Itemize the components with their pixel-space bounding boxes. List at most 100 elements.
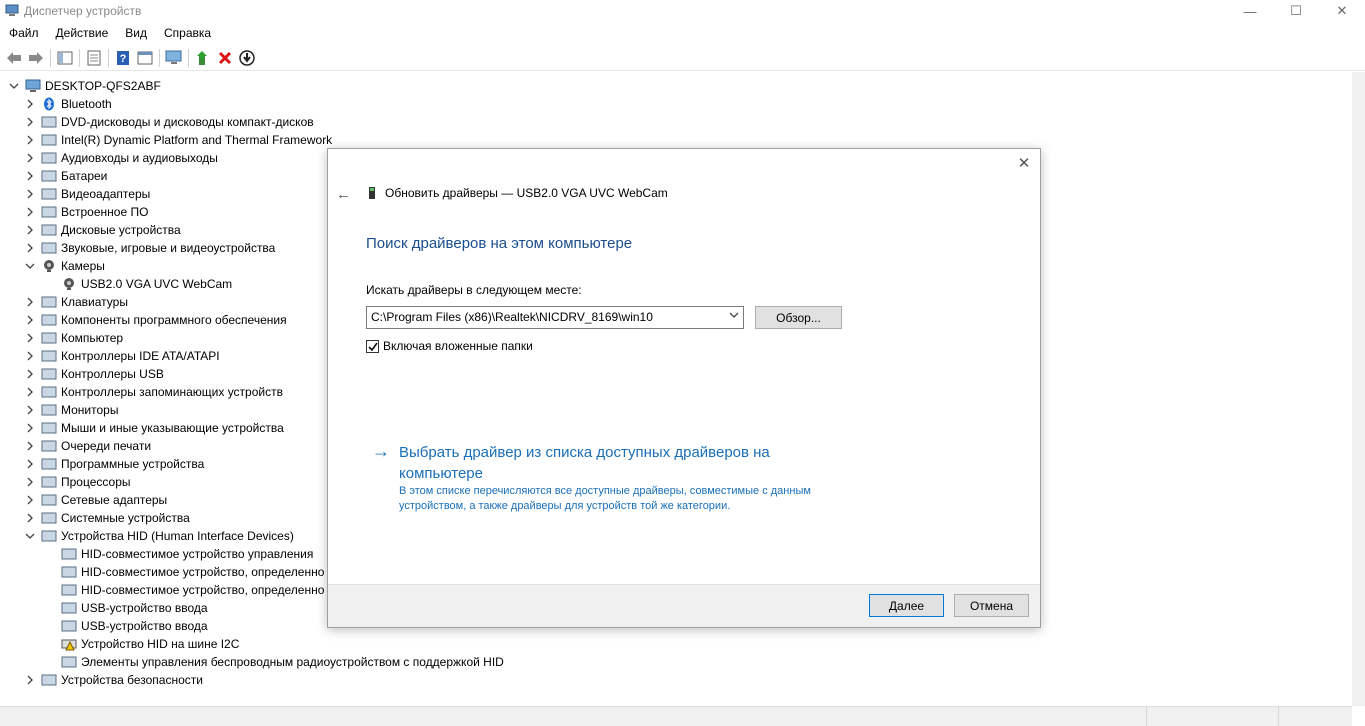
expand-chevron-icon[interactable] — [24, 332, 36, 344]
update-driver-button[interactable] — [192, 47, 214, 69]
expand-chevron-icon[interactable] — [24, 206, 36, 218]
expand-chevron-icon[interactable] — [24, 314, 36, 326]
expand-chevron-icon[interactable] — [24, 98, 36, 110]
tree-category[interactable]: Встроенное ПО — [24, 203, 148, 221]
cancel-button[interactable]: Отмена — [954, 594, 1029, 617]
expand-chevron-icon[interactable] — [24, 296, 36, 308]
tree-device[interactable]: HID-совместимое устройство, определенно — [44, 581, 324, 599]
tree-category[interactable]: Звуковые, игровые и видеоустройства — [24, 239, 275, 257]
tree-device[interactable]: USB-устройство ввода — [44, 599, 208, 617]
expand-chevron-icon[interactable] — [24, 440, 36, 452]
tree-device[interactable]: USB-устройство ввода — [44, 617, 208, 635]
tree-category[interactable]: Контроллеры запоминающих устройств — [24, 383, 283, 401]
expand-chevron-icon[interactable] — [24, 350, 36, 362]
maximize-button[interactable]: ☐ — [1273, 0, 1319, 22]
next-button[interactable]: Далее — [869, 594, 944, 617]
menu-view[interactable]: Вид — [116, 26, 155, 40]
tree-category[interactable]: DVD-дисководы и дисководы компакт-дисков — [24, 113, 314, 131]
tree-category[interactable]: Компьютер — [24, 329, 123, 347]
tree-category[interactable]: Сетевые адаптеры — [24, 491, 167, 509]
expand-chevron-icon[interactable] — [24, 188, 36, 200]
tree-category[interactable]: Intel(R) Dynamic Platform and Thermal Fr… — [24, 131, 332, 149]
download-circle-icon — [239, 49, 255, 66]
vertical-scrollbar[interactable] — [1352, 72, 1365, 706]
uninstall-device-button[interactable] — [214, 47, 236, 69]
dialog-close-icon[interactable]: ✕ — [1016, 155, 1032, 172]
menu-file[interactable]: Файл — [0, 26, 47, 40]
tree-category[interactable]: Мониторы — [24, 401, 118, 419]
include-subfolders-checkbox[interactable] — [366, 340, 379, 353]
help-button[interactable]: ? — [112, 47, 134, 69]
collapse-chevron-icon[interactable] — [24, 260, 36, 272]
tree-category[interactable]: Bluetooth — [24, 95, 112, 113]
toolbar-separator — [108, 48, 109, 67]
expand-chevron-icon[interactable] — [24, 674, 36, 686]
tree-device[interactable]: HID-совместимое устройство управления — [44, 545, 313, 563]
tree-item-label: Батареи — [61, 169, 108, 183]
hid-warning-icon — [61, 637, 77, 651]
tree-category[interactable]: Мыши и иные указывающие устройства — [24, 419, 284, 437]
minimize-button[interactable]: — — [1227, 0, 1273, 22]
disable-device-button[interactable] — [236, 47, 258, 69]
tree-category[interactable]: Камеры — [24, 257, 105, 275]
scan-hardware-button[interactable] — [163, 47, 185, 69]
system-device-icon — [41, 511, 57, 525]
browse-button[interactable]: Обзор... — [755, 306, 842, 329]
tree-item-label: USB-устройство ввода — [81, 601, 208, 615]
expand-chevron-icon[interactable] — [24, 224, 36, 236]
back-arrow-icon[interactable]: ← — [336, 186, 351, 203]
expand-chevron-icon[interactable] — [24, 404, 36, 416]
tree-device[interactable]: Элементы управления беспроводным радиоус… — [44, 653, 504, 671]
tree-category[interactable]: Очереди печати — [24, 437, 151, 455]
expand-chevron-icon[interactable] — [24, 386, 36, 398]
tree-category[interactable]: Клавиатуры — [24, 293, 128, 311]
tree-category[interactable]: Устройства HID (Human Interface Devices) — [24, 527, 294, 545]
tree-category[interactable]: Устройства безопасности — [24, 671, 203, 689]
menu-action[interactable]: Действие — [47, 26, 117, 40]
expand-chevron-icon[interactable] — [24, 458, 36, 470]
back-button[interactable] — [3, 47, 25, 69]
expand-chevron-icon[interactable] — [24, 170, 36, 182]
expand-chevron-icon[interactable] — [24, 368, 36, 380]
collapse-chevron-icon[interactable] — [24, 530, 36, 542]
tree-category[interactable]: Батареи — [24, 167, 107, 185]
close-button[interactable]: ✕ — [1319, 0, 1365, 22]
tree-category[interactable]: Процессоры — [24, 473, 131, 491]
expand-chevron-icon[interactable] — [24, 152, 36, 164]
pick-driver-link[interactable]: Выбрать драйвер из списка доступных драй… — [399, 442, 819, 484]
tree-device[interactable]: USB2.0 VGA UVC WebCam — [44, 275, 232, 293]
tree-root[interactable]: DESKTOP-QFS2ABF — [8, 77, 161, 95]
menu-help[interactable]: Справка — [155, 26, 219, 40]
expand-chevron-icon[interactable] — [24, 494, 36, 506]
tree-category[interactable]: Компоненты программного обеспечения — [24, 311, 287, 329]
tree-category[interactable]: Программные устройства — [24, 455, 204, 473]
tree-device[interactable]: Устройство HID на шине I2C — [44, 635, 239, 653]
expand-chevron-icon[interactable] — [24, 116, 36, 128]
tree-device[interactable]: HID-совместимое устройство, определенно — [44, 563, 324, 581]
properties-icon — [87, 50, 101, 65]
expand-chevron-icon[interactable] — [24, 134, 36, 146]
expand-chevron-icon[interactable] — [24, 512, 36, 524]
driver-path-combobox[interactable]: C:\Program Files (x86)\Realtek\NICDRV_81… — [366, 306, 744, 329]
forward-button[interactable] — [25, 47, 47, 69]
tree-item-label: DVD-дисководы и дисководы компакт-дисков — [61, 115, 314, 129]
toolbar-separator — [188, 48, 189, 67]
tree-category[interactable]: Аудиовходы и аудиовыходы — [24, 149, 218, 167]
tree-category[interactable]: Видеоадаптеры — [24, 185, 150, 203]
tree-category[interactable]: Контроллеры IDE ATA/ATAPI — [24, 347, 220, 365]
action-view-button[interactable] — [134, 47, 156, 69]
properties-button[interactable] — [83, 47, 105, 69]
tree-category[interactable]: Контроллеры USB — [24, 365, 164, 383]
expand-chevron-icon[interactable] — [24, 242, 36, 254]
tree-category[interactable]: Дисковые устройства — [24, 221, 181, 239]
expand-chevron-icon[interactable] — [24, 476, 36, 488]
expand-chevron-icon[interactable] — [24, 422, 36, 434]
toolbar-separator — [50, 48, 51, 67]
show-hide-tree-button[interactable] — [54, 47, 76, 69]
collapse-chevron-icon[interactable] — [8, 80, 20, 92]
chevron-down-icon[interactable] — [729, 310, 739, 323]
tree-category[interactable]: Системные устройства — [24, 509, 190, 527]
hid-icon — [61, 547, 77, 561]
software-component-icon — [41, 313, 57, 327]
tree-item-label: Bluetooth — [61, 97, 112, 111]
